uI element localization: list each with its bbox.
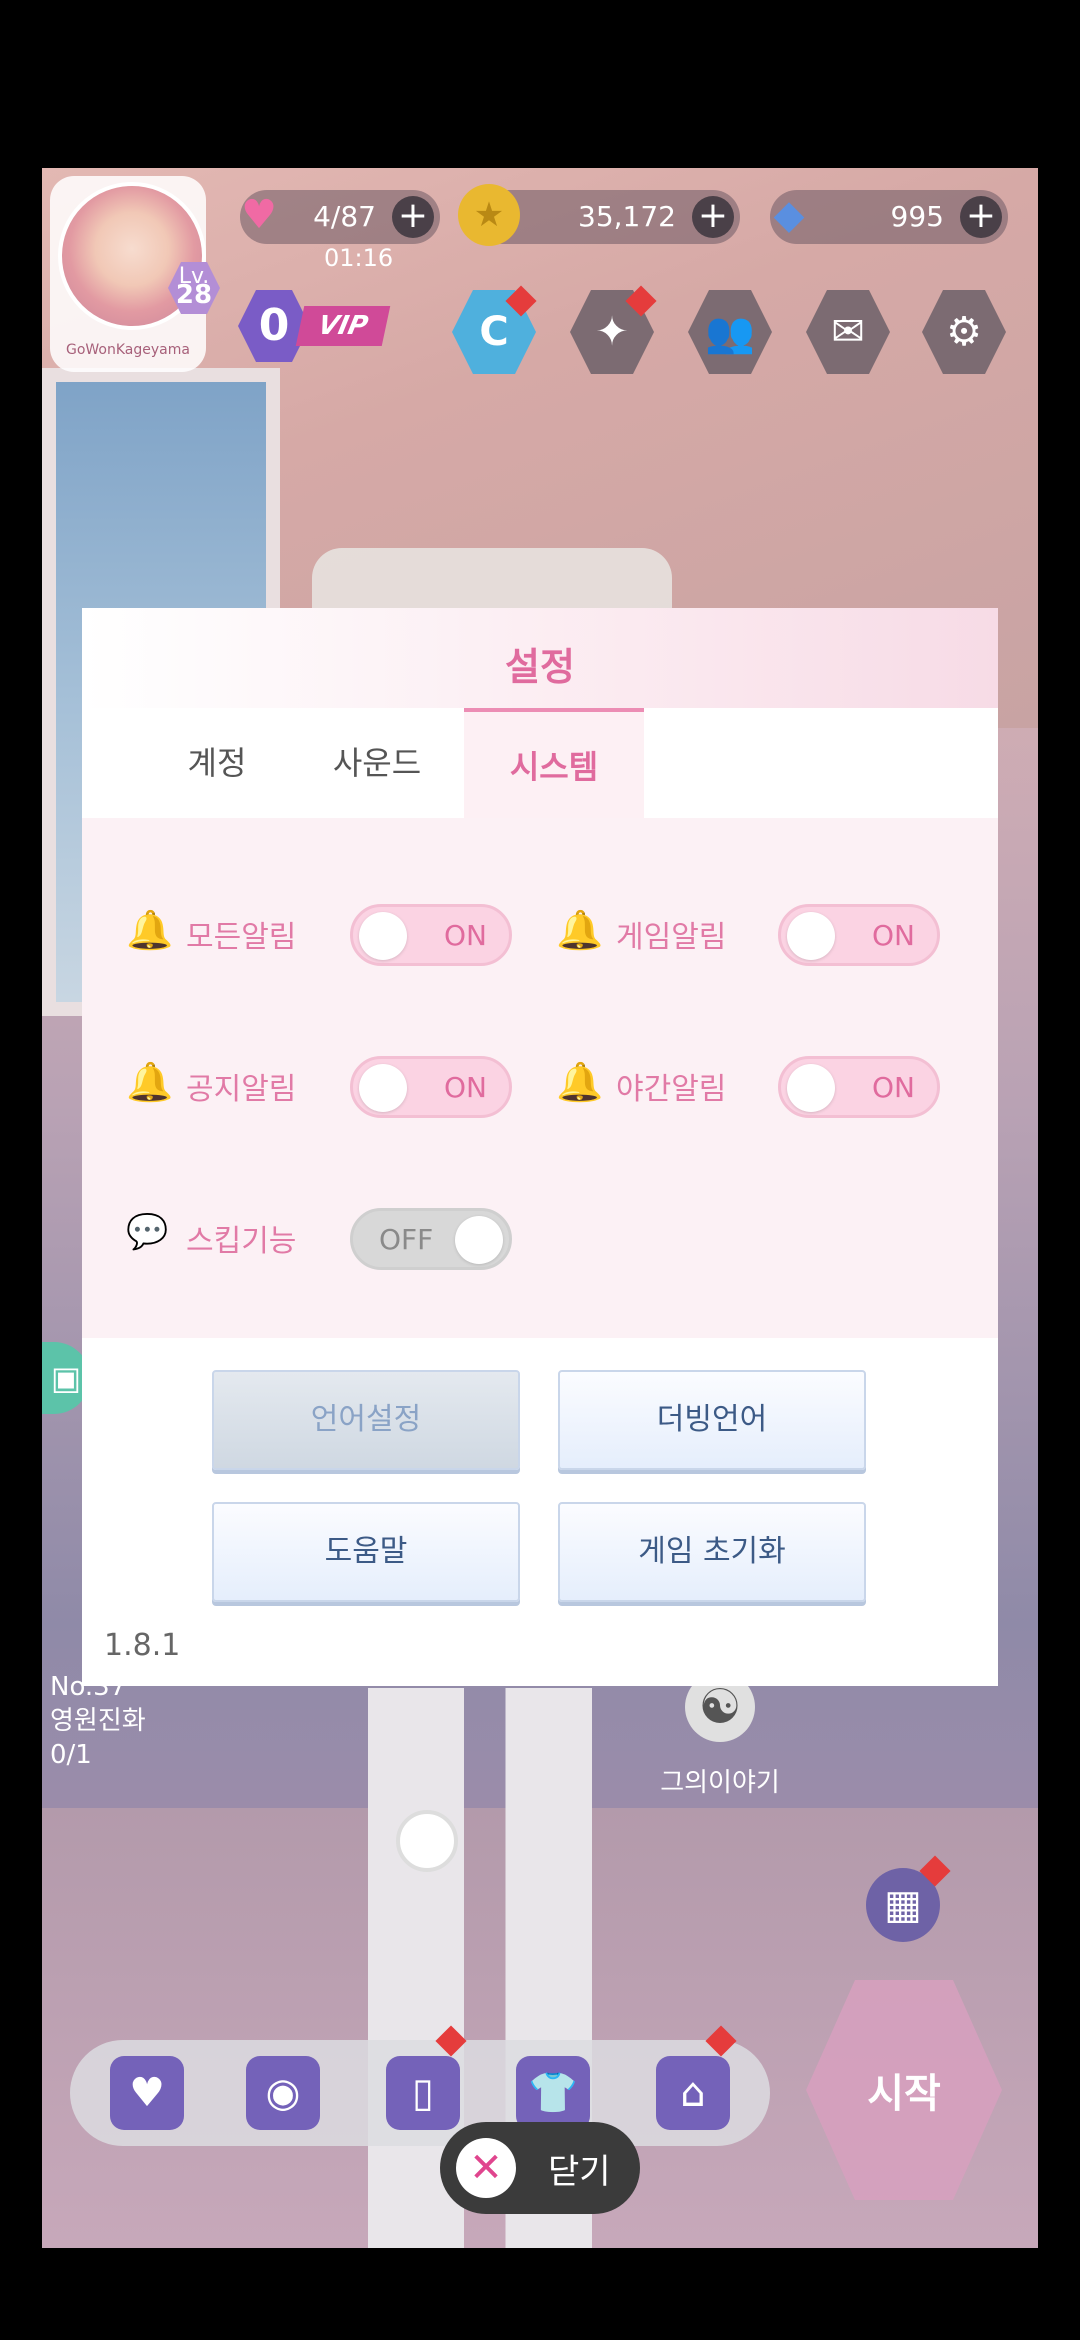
toggle-skip[interactable]: OFF	[350, 1208, 512, 1270]
toggle-knob	[359, 912, 407, 960]
cards-icon[interactable]: ♥	[110, 2056, 184, 2130]
toggle-state: OFF	[379, 1223, 434, 1256]
toggle-knob	[787, 1064, 835, 1112]
toggle-knob	[359, 1064, 407, 1112]
bell-icon: 🔔	[126, 1060, 174, 1104]
heart-timer: 01:16	[324, 244, 394, 272]
player-avatar[interactable]: Lv. 28 GoWonKageyama	[50, 176, 220, 372]
toggle-state: ON	[444, 1071, 487, 1104]
username: GoWonKageyama	[66, 342, 190, 358]
option-label-game-notifications: 게임알림	[616, 920, 727, 955]
vip-badge[interactable]: 0 VIP	[238, 290, 391, 362]
toggle-night-notifications[interactable]: ON	[778, 1056, 940, 1118]
help-button[interactable]: 도움말	[212, 1502, 520, 1602]
quest-title: 영원진화	[50, 1706, 146, 1736]
tab-account[interactable]: 계정	[142, 708, 292, 818]
toggle-state: ON	[872, 1071, 915, 1104]
add-coins-button[interactable]: +	[692, 196, 734, 238]
toggle-knob	[455, 1216, 503, 1264]
shop-icon[interactable]: ⌂	[656, 2056, 730, 2130]
bell-icon: 🔔	[556, 1060, 604, 1104]
diamond-icon: ◆	[773, 192, 805, 238]
phone-icon[interactable]: ▯	[386, 2056, 460, 2130]
dialog-title: 설정	[505, 645, 575, 689]
add-diamonds-button[interactable]: +	[960, 196, 1002, 238]
diamonds-counter: ◆ 995 +	[770, 190, 1008, 244]
toggle-game-notifications[interactable]: ON	[778, 904, 940, 966]
diamonds-value: 995	[890, 200, 944, 233]
toggle-state: ON	[872, 919, 915, 952]
story-button[interactable]: ☯ 그의이야기	[640, 1672, 800, 1799]
toggle-notice-notifications[interactable]: ON	[350, 1056, 512, 1118]
option-label-notice-notifications: 공지알림	[186, 1072, 297, 1107]
close-icon: ✕	[456, 2138, 516, 2198]
message-icon: 💬	[126, 1212, 169, 1252]
options-panel: 🔔 모든알림 ON 🔔 게임알림 ON 🔔 공지알림 ON 🔔 야간알림 ON …	[82, 818, 998, 1338]
settings-dialog: 설정 계정 사운드 시스템 🔔 모든알림 ON 🔔 게임알림 ON 🔔 공지알림…	[82, 608, 998, 1686]
toggle-knob	[787, 912, 835, 960]
close-label: 닫기	[548, 2152, 611, 2192]
story-label: 그의이야기	[660, 1768, 780, 1798]
add-hearts-button[interactable]: +	[392, 196, 434, 238]
camera-icon[interactable]: ◉	[246, 2056, 320, 2130]
coins-counter: ★ 35,172 +	[458, 184, 740, 246]
option-label-skip: 스킵기능	[186, 1224, 297, 1259]
toggle-all-notifications[interactable]: ON	[350, 904, 512, 966]
tab-sound[interactable]: 사운드	[302, 708, 452, 818]
vip-label: VIP	[295, 306, 391, 346]
option-label-all-notifications: 모든알림	[186, 920, 297, 955]
heart-icon: ♥	[241, 192, 277, 238]
language-settings-button[interactable]: 언어설정	[212, 1370, 520, 1470]
level-number: 28	[175, 280, 213, 310]
dubbing-language-button[interactable]: 더빙언어	[558, 1370, 866, 1470]
coins-value: 35,172	[578, 200, 676, 233]
hearts-counter: ♥ 4/87 +	[240, 190, 440, 244]
tab-system[interactable]: 시스템	[464, 708, 644, 818]
hearts-value: 4/87	[313, 200, 376, 233]
version-label: 1.8.1	[104, 1628, 181, 1663]
quest-progress: 0/1	[50, 1740, 92, 1770]
drag-handle[interactable]	[396, 1810, 458, 1872]
game-reset-button[interactable]: 게임 초기화	[558, 1502, 866, 1602]
coin-icon: ★	[458, 184, 520, 246]
wardrobe-icon[interactable]: 👕	[516, 2056, 590, 2130]
dialog-header: 설정	[82, 608, 998, 708]
bell-icon: 🔔	[126, 908, 174, 952]
option-label-night-notifications: 야간알림	[616, 1072, 727, 1107]
toggle-state: ON	[444, 919, 487, 952]
close-button[interactable]: ✕ 닫기	[440, 2122, 640, 2214]
bottom-toolbar: ♥ ◉ ▯ 👕 ⌂	[70, 2040, 770, 2146]
bell-icon: 🔔	[556, 908, 604, 952]
